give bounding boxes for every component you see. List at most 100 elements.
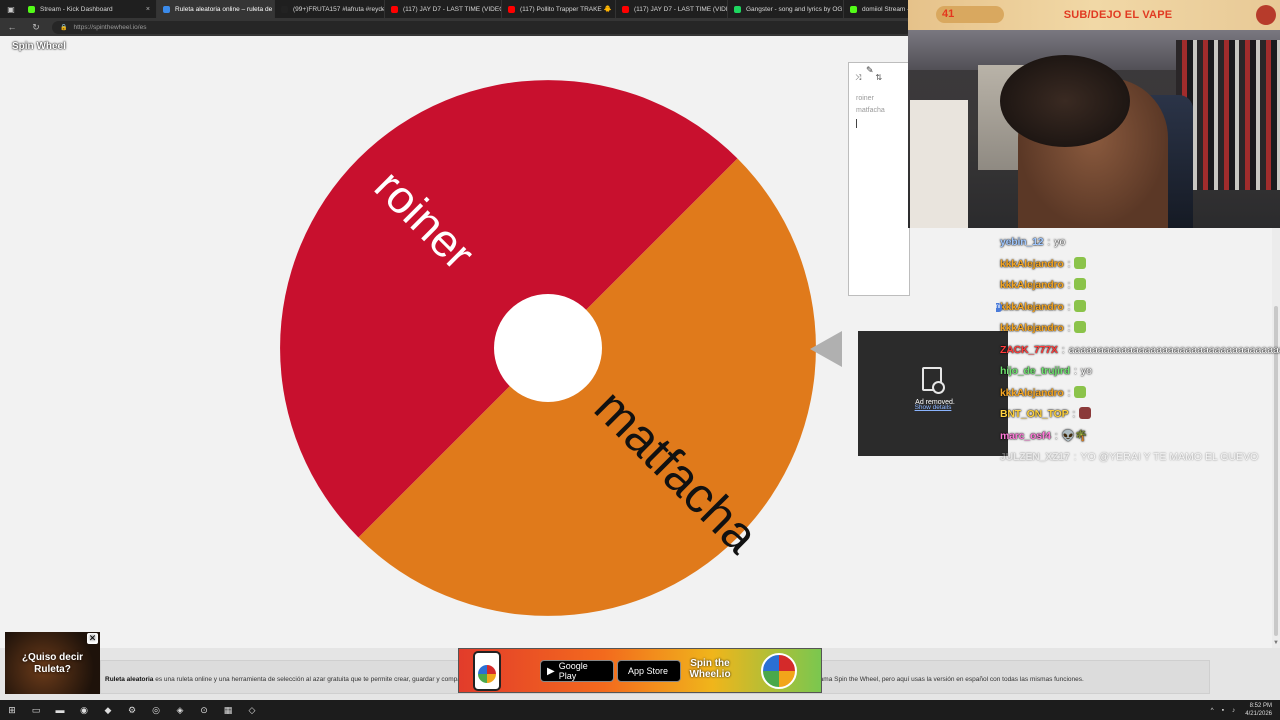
tab-favicon-icon bbox=[281, 5, 288, 13]
browser-tab[interactable]: (117) JAY D7 - LAST TIME (VIDEO× bbox=[616, 0, 728, 18]
goal-bar: 41 SUB/DEJO EL VAPE bbox=[908, 0, 1280, 30]
tab-favicon-icon bbox=[508, 5, 515, 13]
chat-username: JULZEN_XZ17 bbox=[1000, 451, 1070, 463]
folder-icon[interactable]: ▬ bbox=[48, 700, 72, 720]
chat-text: yo bbox=[1054, 236, 1066, 248]
chrome-icon[interactable]: ◉ bbox=[72, 700, 96, 720]
description-title: Ruleta aleatoria bbox=[105, 676, 154, 683]
chat-username: marc_osf4 bbox=[1000, 429, 1051, 442]
browser-tab[interactable]: Stream - Kick Dashboard × bbox=[22, 0, 157, 18]
app-store-button[interactable]: App Store bbox=[617, 660, 681, 682]
text-cursor bbox=[856, 119, 857, 128]
tab-favicon-icon bbox=[622, 5, 629, 13]
chat-text: YO @YERAI Y TE MAMO EL GUEVO bbox=[1080, 451, 1259, 463]
entry-item[interactable]: matfacha bbox=[856, 105, 909, 117]
terminal-icon[interactable]: ▭ bbox=[24, 700, 48, 720]
entries-panel[interactable]: ✎ ⤨ ⇅ roiner matfacha bbox=[848, 62, 910, 296]
tab-close-icon[interactable]: × bbox=[138, 6, 150, 13]
reload-icon[interactable]: ↻ bbox=[24, 22, 48, 33]
app-banner[interactable]: ▶ Google Play App Store Spin the Wheel.io bbox=[458, 648, 822, 693]
tab-label: Ruleta aleatoria online – ruleta de bbox=[175, 5, 273, 13]
network-icon[interactable]: ▪ bbox=[1218, 707, 1228, 714]
obs-icon[interactable]: ◎ bbox=[144, 700, 168, 720]
close-icon[interactable]: ✕ bbox=[87, 633, 98, 644]
calendar-icon[interactable]: ▦ bbox=[216, 700, 240, 720]
show-details-link[interactable]: Show details bbox=[858, 404, 1008, 411]
chat-message: kkkAlejandro: bbox=[996, 318, 1280, 340]
chat-emote-icon bbox=[1074, 256, 1087, 269]
promo-card[interactable]: ✕ ¿Quiso decir Ruleta? bbox=[5, 632, 100, 694]
chat-username: hijo_de_trujird bbox=[1000, 365, 1070, 377]
clock-time: 8:52 PM bbox=[1249, 703, 1272, 709]
url-text: https://spinthewheel.io/es bbox=[73, 23, 147, 31]
chat-text: 👽🌴 bbox=[1061, 429, 1088, 442]
window-menu-icon[interactable]: ▣ bbox=[0, 0, 22, 18]
chat-message: ZACK_777X: aaaaaaaaaaaaaaaaaaaaaaaaaaaaaa… bbox=[996, 340, 1280, 362]
chat-separator: : bbox=[1073, 451, 1077, 463]
browser-tab[interactable]: (117) JAY D7 - LAST TIME (VIDEO× bbox=[385, 0, 502, 18]
system-tray: ^ ▪ ♪ 8:52 PM 4/21/2026 bbox=[1207, 702, 1280, 718]
shuffle-icon[interactable]: ⤨ bbox=[855, 73, 861, 83]
chat-emote-icon bbox=[1074, 385, 1087, 398]
chat-separator: : bbox=[1061, 343, 1065, 356]
browser-tab[interactable]: Gangster - song and lyrics by OG× bbox=[728, 0, 844, 18]
chat-message: hijo_de_trujird: yo bbox=[996, 361, 1280, 383]
chat-username: kkkAlejandro bbox=[1000, 257, 1064, 270]
tab-strip: Stream - Kick Dashboard × Ruleta aleatoria… bbox=[22, 0, 926, 18]
chat-separator: : bbox=[1054, 429, 1058, 442]
clock[interactable]: 8:52 PM 4/21/2026 bbox=[1239, 702, 1272, 718]
chat-separator: : bbox=[1067, 322, 1071, 334]
goal-title: SUB/DEJO EL VAPE bbox=[1063, 9, 1173, 21]
chat-emote-icon bbox=[1074, 321, 1087, 333]
edit-icon[interactable]: ✎ bbox=[866, 65, 874, 76]
volume-icon[interactable]: ♪ bbox=[1228, 707, 1239, 714]
site-logo[interactable]: Spin Wheel bbox=[12, 41, 66, 52]
chat-emote-icon bbox=[1079, 407, 1092, 419]
streamer-hair bbox=[1000, 55, 1130, 147]
browser-tab[interactable]: Ruleta aleatoria online – ruleta de× bbox=[157, 0, 275, 18]
chat-message: yebin_12: yo bbox=[996, 232, 1280, 254]
chat-username: kkkAlejandro bbox=[1000, 386, 1064, 399]
browser-tab[interactable]: (99+)FRUTA157 #lafruta #reyde× bbox=[275, 0, 385, 18]
steam-icon[interactable]: ⚙ bbox=[120, 700, 144, 720]
entries-toolbar: ⤨ ⇅ bbox=[849, 63, 909, 83]
browser-tab[interactable]: (117) Pollito Trapper TRAKE 🐥× bbox=[502, 0, 616, 18]
sort-icon[interactable]: ⇅ bbox=[875, 73, 882, 83]
scroll-down-icon[interactable]: ▼ bbox=[1273, 640, 1279, 646]
tab-label: (99+)FRUTA157 #lafruta #reyde bbox=[293, 5, 385, 13]
chat-text: yo bbox=[1080, 365, 1092, 377]
chat-overlay: yebin_12:yokkkAlejandro:kkkAlejandro:Emi… bbox=[996, 232, 1280, 469]
back-icon[interactable]: ← bbox=[0, 22, 24, 32]
tab-label: Gangster - song and lyrics by OG bbox=[746, 5, 843, 13]
tab-favicon-icon bbox=[163, 5, 170, 13]
wheel-center[interactable] bbox=[494, 294, 602, 402]
chat-separator: : bbox=[1072, 408, 1076, 420]
chat-separator: : bbox=[1047, 236, 1051, 248]
room-shelf bbox=[910, 100, 968, 228]
spin-wheel[interactable]: roinermatfacha bbox=[278, 78, 818, 618]
tab-label: Stream - Kick Dashboard bbox=[40, 5, 113, 13]
chat-message: BNT_ON_TOP: bbox=[996, 404, 1280, 426]
chat-separator: : bbox=[1067, 257, 1071, 270]
app-store-label: App Store bbox=[628, 666, 669, 676]
url-bar[interactable]: 🔒 https://spinthewheel.io/es bbox=[52, 20, 912, 34]
chat-badge: Emi bbox=[996, 302, 1003, 312]
entry-item[interactable]: roiner bbox=[856, 93, 909, 105]
start-icon[interactable]: ⊞ bbox=[0, 700, 24, 720]
play-icon: ▶ bbox=[547, 665, 555, 677]
chat-message: marc_osf4: 👽🌴 bbox=[996, 426, 1280, 448]
entries-list[interactable]: roiner matfacha bbox=[849, 83, 909, 117]
app-icon[interactable]: ◆ bbox=[96, 700, 120, 720]
chat-username: yebin_12 bbox=[1000, 236, 1044, 248]
shield-icon[interactable]: ◇ bbox=[240, 700, 264, 720]
promo-text: ¿Quiso decir Ruleta? bbox=[21, 652, 84, 675]
tray-chevron-icon[interactable]: ^ bbox=[1207, 707, 1218, 714]
recording-icon[interactable]: ⊙ bbox=[192, 700, 216, 720]
vpn-icon[interactable]: ◈ bbox=[168, 700, 192, 720]
tab-label: (117) JAY D7 - LAST TIME (VIDEO bbox=[634, 5, 728, 13]
os-taskbar: ⊞ ▭ ▬ ◉ ◆ ⚙ ◎ ◈ ⊙ ▦ ◇ ^ ▪ ♪ 8:52 PM 4/21… bbox=[0, 700, 1280, 720]
banner-brand: Spin the Wheel.io bbox=[689, 658, 731, 680]
goal-counter: 41 bbox=[936, 6, 1004, 23]
google-play-button[interactable]: ▶ Google Play bbox=[540, 660, 614, 682]
chat-emote-icon bbox=[1074, 278, 1087, 290]
